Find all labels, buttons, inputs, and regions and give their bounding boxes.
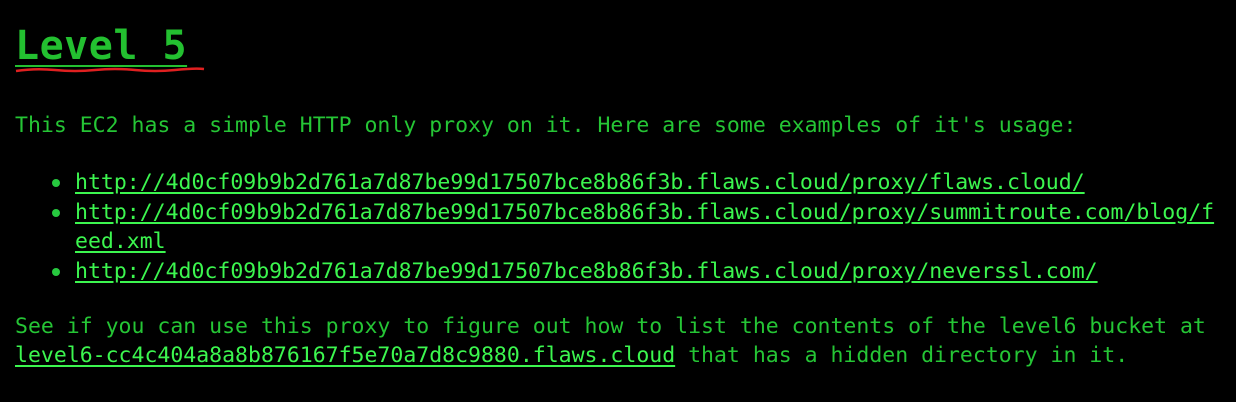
instructions-text-before: See if you can use this proxy to figure … (15, 314, 1206, 339)
example-link-3[interactable]: http://4d0cf09b9b2d761a7d87be99d17507bce… (75, 259, 1098, 284)
level6-bucket-link[interactable]: level6-cc4c404a8a8b876167f5e70a7d8c9880.… (15, 343, 675, 368)
bullet-icon (52, 268, 60, 276)
bullet-icon (52, 209, 60, 217)
page-title: Level 5 (15, 23, 188, 69)
example-link-2[interactable]: http://4d0cf09b9b2d761a7d87be99d17507bce… (75, 200, 1214, 254)
list-item: http://4d0cf09b9b2d761a7d87be99d17507bce… (15, 198, 1225, 256)
intro-text: This EC2 has a simple HTTP only proxy on… (15, 113, 1077, 138)
example-list: http://4d0cf09b9b2d761a7d87be99d17507bce… (15, 168, 1225, 287)
example-link-1[interactable]: http://4d0cf09b9b2d761a7d87be99d17507bce… (75, 170, 1085, 195)
bullet-icon (52, 179, 60, 187)
instructions-text-after: that has a hidden directory in it. (675, 343, 1129, 368)
list-item: http://4d0cf09b9b2d761a7d87be99d17507bce… (15, 257, 1225, 286)
spellcheck-underline (15, 67, 205, 73)
instructions-paragraph: See if you can use this proxy to figure … (15, 312, 1225, 370)
list-item: http://4d0cf09b9b2d761a7d87be99d17507bce… (15, 168, 1225, 197)
